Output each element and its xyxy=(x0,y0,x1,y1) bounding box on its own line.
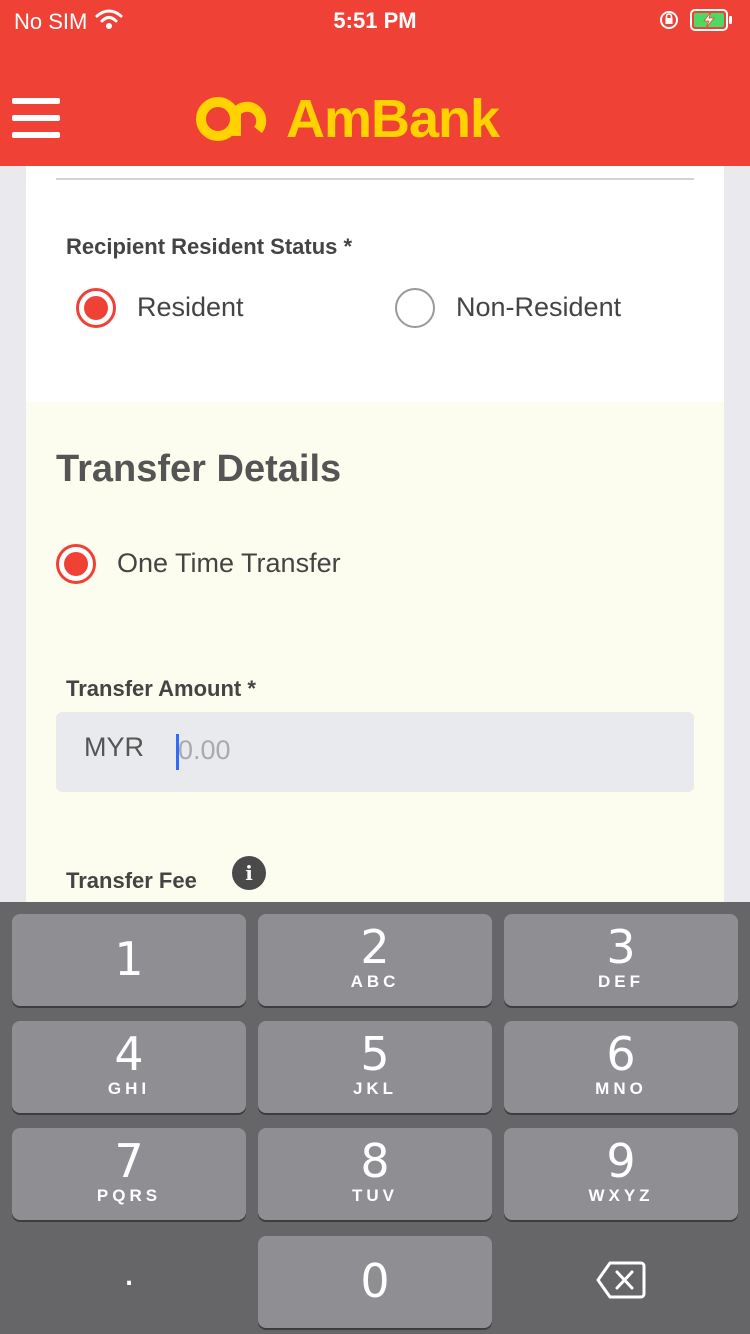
key-digit: 6 xyxy=(606,1027,636,1081)
key-digit: 5 xyxy=(360,1027,390,1081)
battery-icon xyxy=(690,8,734,38)
currency-label: MYR xyxy=(84,732,144,762)
backspace-icon xyxy=(504,1260,738,1305)
key-decimal-label: . xyxy=(123,1250,135,1294)
ambank-logo-mark xyxy=(196,97,267,141)
key-letters: TUV xyxy=(352,1186,398,1205)
key-letters: DEF xyxy=(598,972,644,991)
status-right xyxy=(658,8,734,38)
key-letters: PQRS xyxy=(96,1186,162,1205)
key-letters: GHI xyxy=(107,1079,151,1098)
status-time: 5:51 PM xyxy=(333,8,417,33)
key-digit: 4 xyxy=(114,1027,144,1081)
ambank-logo: AmBank xyxy=(196,89,500,149)
rotation-lock-icon xyxy=(658,9,680,37)
transfer-details-section: Transfer Details One Time Transfer Trans… xyxy=(26,402,724,906)
key-1[interactable]: 1 xyxy=(12,914,246,1006)
key-digit: 0 xyxy=(360,1254,390,1308)
key-letters: JKL xyxy=(352,1079,398,1098)
radio-non-resident-label[interactable]: Non-Resident xyxy=(456,292,621,323)
radio-one-time-transfer-label[interactable]: One Time Transfer xyxy=(117,548,341,579)
resident-status-label: Recipient Resident Status * xyxy=(66,234,353,259)
radio-resident-label[interactable]: Resident xyxy=(137,292,244,323)
transfer-form: Recipient Resident Status * Resident Non… xyxy=(26,166,724,906)
divider xyxy=(56,178,694,180)
transfer-amount-field[interactable]: MYR xyxy=(56,712,694,792)
key-5[interactable]: 5 JKL xyxy=(258,1021,492,1113)
radio-one-time-transfer[interactable] xyxy=(56,544,96,584)
numeric-keypad: 1 2 ABC 3 DEF 4 GHI 5 JKL 6 MNO 7 PQRS 8… xyxy=(0,902,750,1334)
key-letters: WXYZ xyxy=(588,1186,654,1205)
transfer-amount-label: Transfer Amount * xyxy=(66,676,256,701)
key-0[interactable]: 0 xyxy=(258,1236,492,1328)
key-9[interactable]: 9 WXYZ xyxy=(504,1128,738,1220)
key-letters: MNO xyxy=(595,1079,647,1098)
key-digit: 1 xyxy=(114,932,144,986)
info-icon[interactable]: i xyxy=(232,856,266,890)
key-delete[interactable] xyxy=(504,1236,738,1328)
key-3[interactable]: 3 DEF xyxy=(504,914,738,1006)
amount-input[interactable] xyxy=(178,730,658,770)
section-title: Transfer Details xyxy=(56,448,342,490)
recipient-section: Recipient Resident Status * Resident Non… xyxy=(26,166,724,402)
transfer-fee-label: Transfer Fee xyxy=(66,868,197,893)
key-4[interactable]: 4 GHI xyxy=(12,1021,246,1113)
menu-icon[interactable] xyxy=(12,98,62,142)
brand-name: AmBank xyxy=(286,89,500,149)
key-8[interactable]: 8 TUV xyxy=(258,1128,492,1220)
key-7[interactable]: 7 PQRS xyxy=(12,1128,246,1220)
radio-non-resident[interactable] xyxy=(395,288,435,328)
key-2[interactable]: 2 ABC xyxy=(258,914,492,1006)
key-digit: 3 xyxy=(606,920,636,974)
key-6[interactable]: 6 MNO xyxy=(504,1021,738,1113)
status-bar: No SIM 5:51 PM xyxy=(0,0,750,44)
key-digit: 7 xyxy=(114,1134,144,1188)
key-digit: 8 xyxy=(360,1134,390,1188)
key-letters: ABC xyxy=(350,972,400,991)
key-digit: 9 xyxy=(606,1134,636,1188)
nav-header: AmBank xyxy=(0,64,750,166)
app-header: No SIM 5:51 PM AmBank xyxy=(0,0,750,166)
key-decimal[interactable]: . xyxy=(12,1236,246,1328)
text-caret xyxy=(176,734,179,770)
key-digit: 2 xyxy=(360,920,390,974)
radio-resident[interactable] xyxy=(76,288,116,328)
